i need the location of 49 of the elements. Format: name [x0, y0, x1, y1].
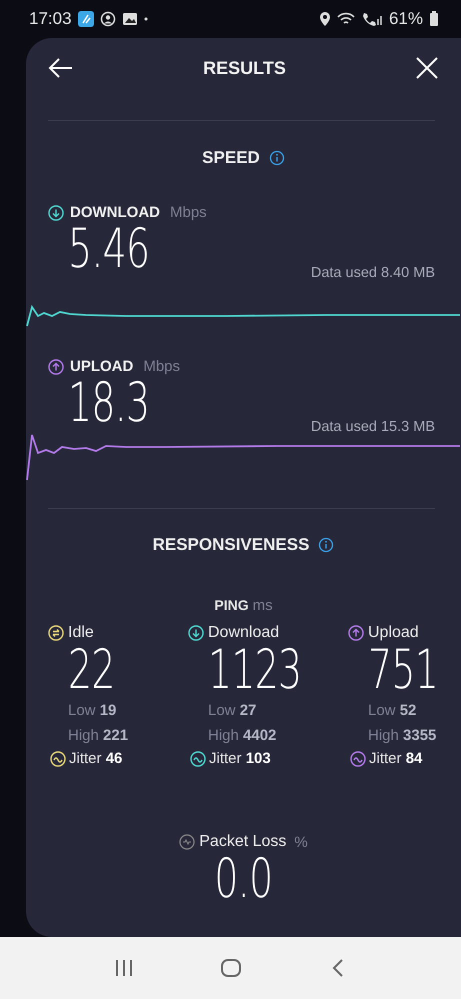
info-icon[interactable] [268, 150, 285, 166]
data-used-text: Data used 15.3 MB [310, 419, 435, 435]
app-notification-icon [78, 11, 94, 27]
jitter-value: Jitter 46 [69, 750, 122, 767]
dot-icon [144, 17, 148, 21]
data-used-text: Data used 8.40 MB [310, 265, 435, 281]
unit-label: % [294, 834, 308, 850]
speed-value: 18.3 [68, 375, 150, 431]
section-title: SPEED [202, 148, 260, 168]
close-icon[interactable] [414, 56, 439, 80]
high-value: High 3355 [368, 726, 436, 746]
high-value: High 4402 [208, 726, 276, 746]
metric-label: UPLOAD [70, 358, 134, 375]
ping-value: 1123 [208, 642, 302, 698]
unit-label: Mbps [170, 204, 207, 221]
call-signal-icon [360, 11, 383, 27]
clock-time: 17:03 [29, 9, 72, 29]
unit-label: ms [252, 597, 273, 614]
ping-value: 22 [68, 642, 115, 698]
info-icon[interactable] [318, 537, 334, 553]
ping-type-label: Download [208, 624, 280, 642]
ping-label: PING [214, 597, 249, 613]
back-arrow-icon[interactable] [48, 56, 74, 80]
home-icon[interactable] [220, 957, 242, 979]
high-value: High 221 [68, 726, 128, 746]
low-value: Low 52 [368, 701, 416, 721]
low-value: Low 27 [208, 701, 256, 721]
packet-loss-label: Packet Loss [199, 833, 286, 851]
location-icon [318, 11, 331, 27]
packet-loss-value: 0.0 [214, 851, 272, 907]
jitter-value: Jitter 103 [209, 750, 271, 767]
jitter-icon [50, 750, 66, 766]
packet-loss-icon [179, 834, 196, 850]
battery-percent: 61% [388, 9, 423, 29]
jitter-icon [190, 750, 206, 766]
account-icon [100, 11, 116, 27]
low-value: Low 19 [68, 701, 116, 721]
results-title: RESULTS [203, 58, 286, 78]
unit-label: Mbps [143, 358, 180, 375]
jitter-value: Jitter 84 [369, 750, 422, 767]
section-title: RESPONSIVENESS [152, 535, 310, 555]
ping-type-label: Idle [68, 624, 94, 642]
ping-type-label: Upload [368, 624, 419, 642]
jitter-icon [350, 750, 366, 766]
image-icon [122, 11, 138, 27]
ping-value: 751 [368, 642, 438, 698]
metric-label: DOWNLOAD [70, 204, 160, 221]
speed-value: 5.46 [68, 221, 150, 277]
battery-icon [429, 11, 439, 27]
